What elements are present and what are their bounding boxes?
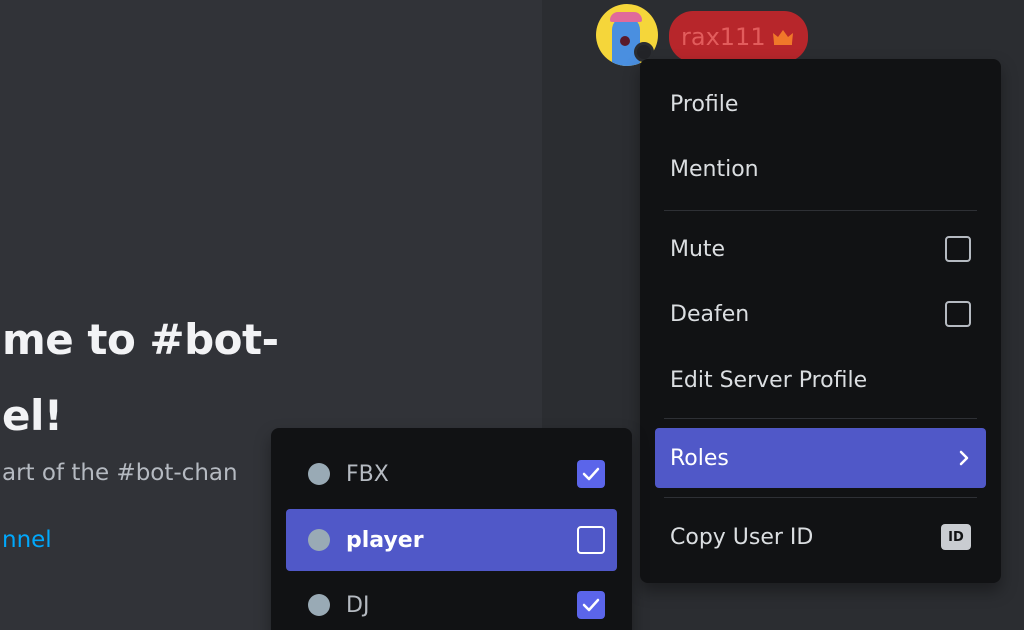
menu-item-label: Deafen bbox=[670, 301, 750, 327]
role-checkbox-checked[interactable] bbox=[577, 460, 605, 488]
menu-separator bbox=[664, 210, 977, 211]
menu-item-profile[interactable]: Profile bbox=[655, 74, 986, 134]
menu-separator bbox=[664, 497, 977, 498]
checkmark-icon bbox=[582, 598, 600, 612]
menu-item-roles[interactable]: Roles bbox=[655, 428, 986, 488]
checkmark-icon bbox=[582, 467, 600, 481]
role-name: player bbox=[346, 527, 424, 553]
role-color-dot bbox=[308, 463, 330, 485]
welcome-subtitle: art of the #bot-chan bbox=[2, 460, 238, 486]
menu-item-label: Mute bbox=[670, 236, 726, 262]
member-name-highlight[interactable]: rax111 bbox=[669, 11, 808, 62]
menu-item-label: Profile bbox=[670, 91, 739, 117]
menu-item-label: Roles bbox=[670, 445, 729, 471]
menu-item-label: Edit Server Profile bbox=[670, 367, 868, 393]
menu-item-label: Copy User ID bbox=[670, 524, 814, 550]
username: rax111 bbox=[681, 22, 766, 51]
edit-channel-link[interactable]: nnel bbox=[2, 527, 52, 553]
roles-submenu: FBX player DJ bbox=[271, 428, 632, 630]
role-color-dot bbox=[308, 529, 330, 551]
menu-item-edit-server-profile[interactable]: Edit Server Profile bbox=[655, 350, 986, 410]
menu-item-label: Mention bbox=[670, 156, 759, 182]
menu-separator bbox=[664, 418, 977, 419]
role-name: FBX bbox=[346, 461, 389, 487]
welcome-title-line1: me to #bot- bbox=[2, 315, 279, 364]
crown-icon bbox=[772, 29, 793, 45]
role-item-dj[interactable]: DJ bbox=[286, 574, 617, 630]
menu-item-mute[interactable]: Mute bbox=[655, 219, 986, 279]
role-item-player[interactable]: player bbox=[286, 509, 617, 571]
welcome-title: me to #bot- el! bbox=[2, 302, 279, 454]
welcome-title-line2: el! bbox=[2, 391, 63, 440]
mute-checkbox[interactable] bbox=[945, 236, 971, 262]
role-checkbox-unchecked[interactable] bbox=[577, 526, 605, 554]
avatar-mouth bbox=[620, 36, 630, 46]
avatar-hat bbox=[610, 12, 642, 22]
id-icon: ID bbox=[941, 524, 971, 550]
role-checkbox-checked[interactable] bbox=[577, 591, 605, 619]
chevron-right-icon bbox=[959, 450, 969, 466]
menu-item-copy-user-id[interactable]: Copy User ID ID bbox=[655, 507, 986, 567]
role-color-dot bbox=[308, 594, 330, 616]
role-item-fbx[interactable]: FBX bbox=[286, 443, 617, 505]
role-name: DJ bbox=[346, 592, 370, 618]
user-context-menu: Profile Mention Mute Deafen Edit Server … bbox=[640, 59, 1001, 583]
menu-item-mention[interactable]: Mention bbox=[655, 139, 986, 199]
deafen-checkbox[interactable] bbox=[945, 301, 971, 327]
menu-item-deafen[interactable]: Deafen bbox=[655, 284, 986, 344]
